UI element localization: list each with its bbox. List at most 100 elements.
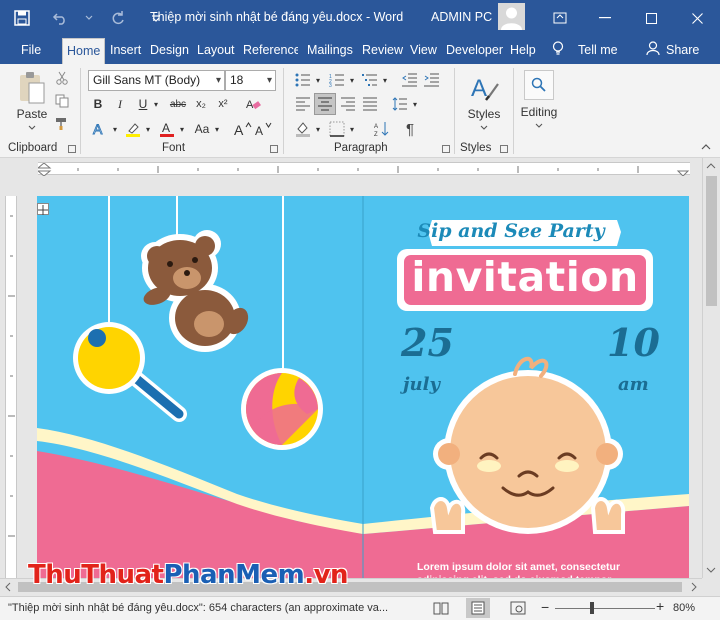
tab-developer[interactable]: Developer — [446, 41, 503, 64]
editing-button[interactable]: Editing — [516, 104, 562, 120]
web-layout-icon[interactable] — [510, 601, 526, 618]
watermark-part-3: .vn — [304, 560, 349, 590]
redo-icon[interactable] — [104, 4, 132, 32]
pilcrow-icon[interactable]: ¶ — [400, 118, 420, 140]
italic-button[interactable]: I — [110, 94, 130, 114]
zoom-slider[interactable] — [555, 608, 655, 609]
shading-dropdown-icon[interactable]: ▾ — [313, 118, 323, 140]
window-controls — [538, 0, 720, 36]
shrink-font-icon[interactable]: A — [254, 118, 274, 140]
change-case-button[interactable]: Aa — [190, 118, 214, 140]
grow-font-icon[interactable]: A — [233, 118, 253, 140]
font-color-icon[interactable]: A — [157, 118, 177, 140]
find-icon[interactable] — [524, 70, 554, 100]
tab-home[interactable]: Home — [62, 38, 106, 64]
undo-dropdown-icon[interactable] — [84, 4, 94, 32]
tab-help[interactable]: Help — [510, 41, 536, 64]
numbering-icon[interactable]: 123 — [327, 70, 347, 90]
status-text[interactable]: "Thiệp mời sinh nhật bé đáng yêu.docx": … — [8, 602, 388, 614]
minimize-icon[interactable] — [582, 0, 628, 36]
increase-indent-icon[interactable] — [422, 70, 442, 90]
user-name[interactable]: ADMIN PC — [431, 10, 492, 24]
decrease-indent-icon[interactable] — [400, 70, 420, 90]
save-icon[interactable] — [8, 4, 36, 32]
text-effects-dropdown-icon[interactable]: ▾ — [110, 118, 120, 140]
ribbon-display-options-icon[interactable] — [538, 0, 582, 36]
document-page[interactable]: Sip and See Party invitation 25 july 10 … — [37, 196, 689, 584]
undo-icon[interactable] — [46, 4, 74, 32]
numbering-dropdown-icon[interactable]: ▾ — [347, 70, 357, 90]
sort-icon[interactable]: AZ — [372, 118, 392, 140]
bullets-dropdown-icon[interactable]: ▾ — [313, 70, 323, 90]
align-right-icon[interactable] — [338, 94, 358, 114]
line-spacing-dropdown-icon[interactable]: ▾ — [410, 94, 420, 114]
text-effects-icon[interactable]: A — [90, 118, 110, 140]
rattle-icon — [73, 322, 187, 422]
multilevel-dropdown-icon[interactable]: ▾ — [380, 70, 390, 90]
paragraph-launcher-icon[interactable] — [442, 145, 450, 153]
font-color-dropdown-icon[interactable]: ▾ — [177, 118, 187, 140]
tab-layout[interactable]: Layout — [197, 41, 235, 64]
line-spacing-icon[interactable] — [390, 94, 410, 114]
justify-icon[interactable] — [360, 94, 380, 114]
highlight-dropdown-icon[interactable]: ▾ — [143, 118, 153, 140]
read-mode-icon[interactable] — [433, 601, 449, 618]
bullets-icon[interactable] — [293, 70, 313, 90]
superscript-button[interactable]: x² — [213, 94, 233, 114]
editing-dropdown-icon[interactable] — [531, 120, 547, 132]
font-name-select[interactable]: Gill Sans MT (Body) ▾ — [88, 70, 225, 91]
multilevel-list-icon[interactable] — [360, 70, 380, 90]
align-center-icon[interactable] — [314, 93, 336, 115]
copy-icon[interactable] — [54, 93, 70, 109]
close-icon[interactable] — [674, 0, 720, 36]
tab-design[interactable]: Design — [150, 41, 189, 64]
bold-button[interactable]: B — [88, 94, 108, 114]
styles-launcher-icon[interactable] — [500, 145, 508, 153]
zoom-out-icon[interactable]: − — [541, 600, 549, 614]
font-launcher-icon[interactable] — [270, 145, 278, 153]
tab-file[interactable]: File — [21, 41, 41, 64]
tab-references[interactable]: References — [243, 41, 298, 64]
watermark-part-2: PhanMem — [163, 560, 305, 590]
card-hour: 10 — [607, 320, 660, 365]
zoom-slider-thumb[interactable] — [590, 602, 594, 614]
vertical-scrollbar[interactable] — [702, 158, 720, 578]
highlight-icon[interactable] — [123, 118, 143, 140]
share-button[interactable]: Share — [666, 41, 699, 64]
paste-icon[interactable] — [14, 70, 50, 106]
vertical-ruler[interactable] — [0, 178, 22, 578]
zoom-in-icon[interactable]: + — [656, 599, 664, 613]
styles-icon[interactable]: A — [466, 70, 502, 106]
zoom-level[interactable]: 80% — [673, 602, 695, 614]
paste-dropdown-icon[interactable] — [24, 122, 40, 134]
styles-dropdown-icon[interactable] — [476, 122, 492, 134]
cut-icon[interactable] — [54, 70, 70, 86]
font-size-value: 18 — [230, 73, 244, 87]
paste-button[interactable]: Paste — [12, 106, 52, 122]
borders-dropdown-icon[interactable]: ▾ — [347, 118, 357, 140]
maximize-icon[interactable] — [628, 0, 674, 36]
styles-button[interactable]: Styles — [462, 106, 506, 122]
horizontal-ruler[interactable] — [0, 158, 720, 178]
card-tagline: Sip and See Party — [417, 220, 605, 242]
tab-review[interactable]: Review — [362, 41, 403, 64]
collapse-ribbon-icon[interactable] — [698, 140, 714, 154]
tab-insert[interactable]: Insert — [110, 41, 141, 64]
clipboard-launcher-icon[interactable] — [68, 145, 76, 153]
underline-dropdown-icon[interactable]: ▾ — [150, 94, 162, 114]
change-case-dropdown-icon[interactable]: ▾ — [212, 118, 222, 140]
format-painter-icon[interactable] — [54, 116, 70, 132]
print-layout-icon[interactable] — [466, 598, 490, 618]
strikethrough-button[interactable]: abc — [167, 94, 189, 114]
clear-formatting-icon[interactable]: A — [243, 94, 263, 114]
tab-mailings[interactable]: Mailings — [307, 41, 353, 64]
tab-view[interactable]: View — [410, 41, 437, 64]
table-move-handle-icon[interactable] — [37, 203, 49, 215]
shading-icon[interactable] — [293, 118, 313, 140]
tell-me-search[interactable]: Tell me — [578, 41, 618, 64]
font-size-select[interactable]: 18 ▾ — [225, 70, 276, 91]
align-left-icon[interactable] — [293, 94, 313, 114]
subscript-button[interactable]: x₂ — [191, 94, 211, 114]
avatar[interactable] — [498, 3, 525, 30]
borders-icon[interactable] — [327, 118, 347, 140]
